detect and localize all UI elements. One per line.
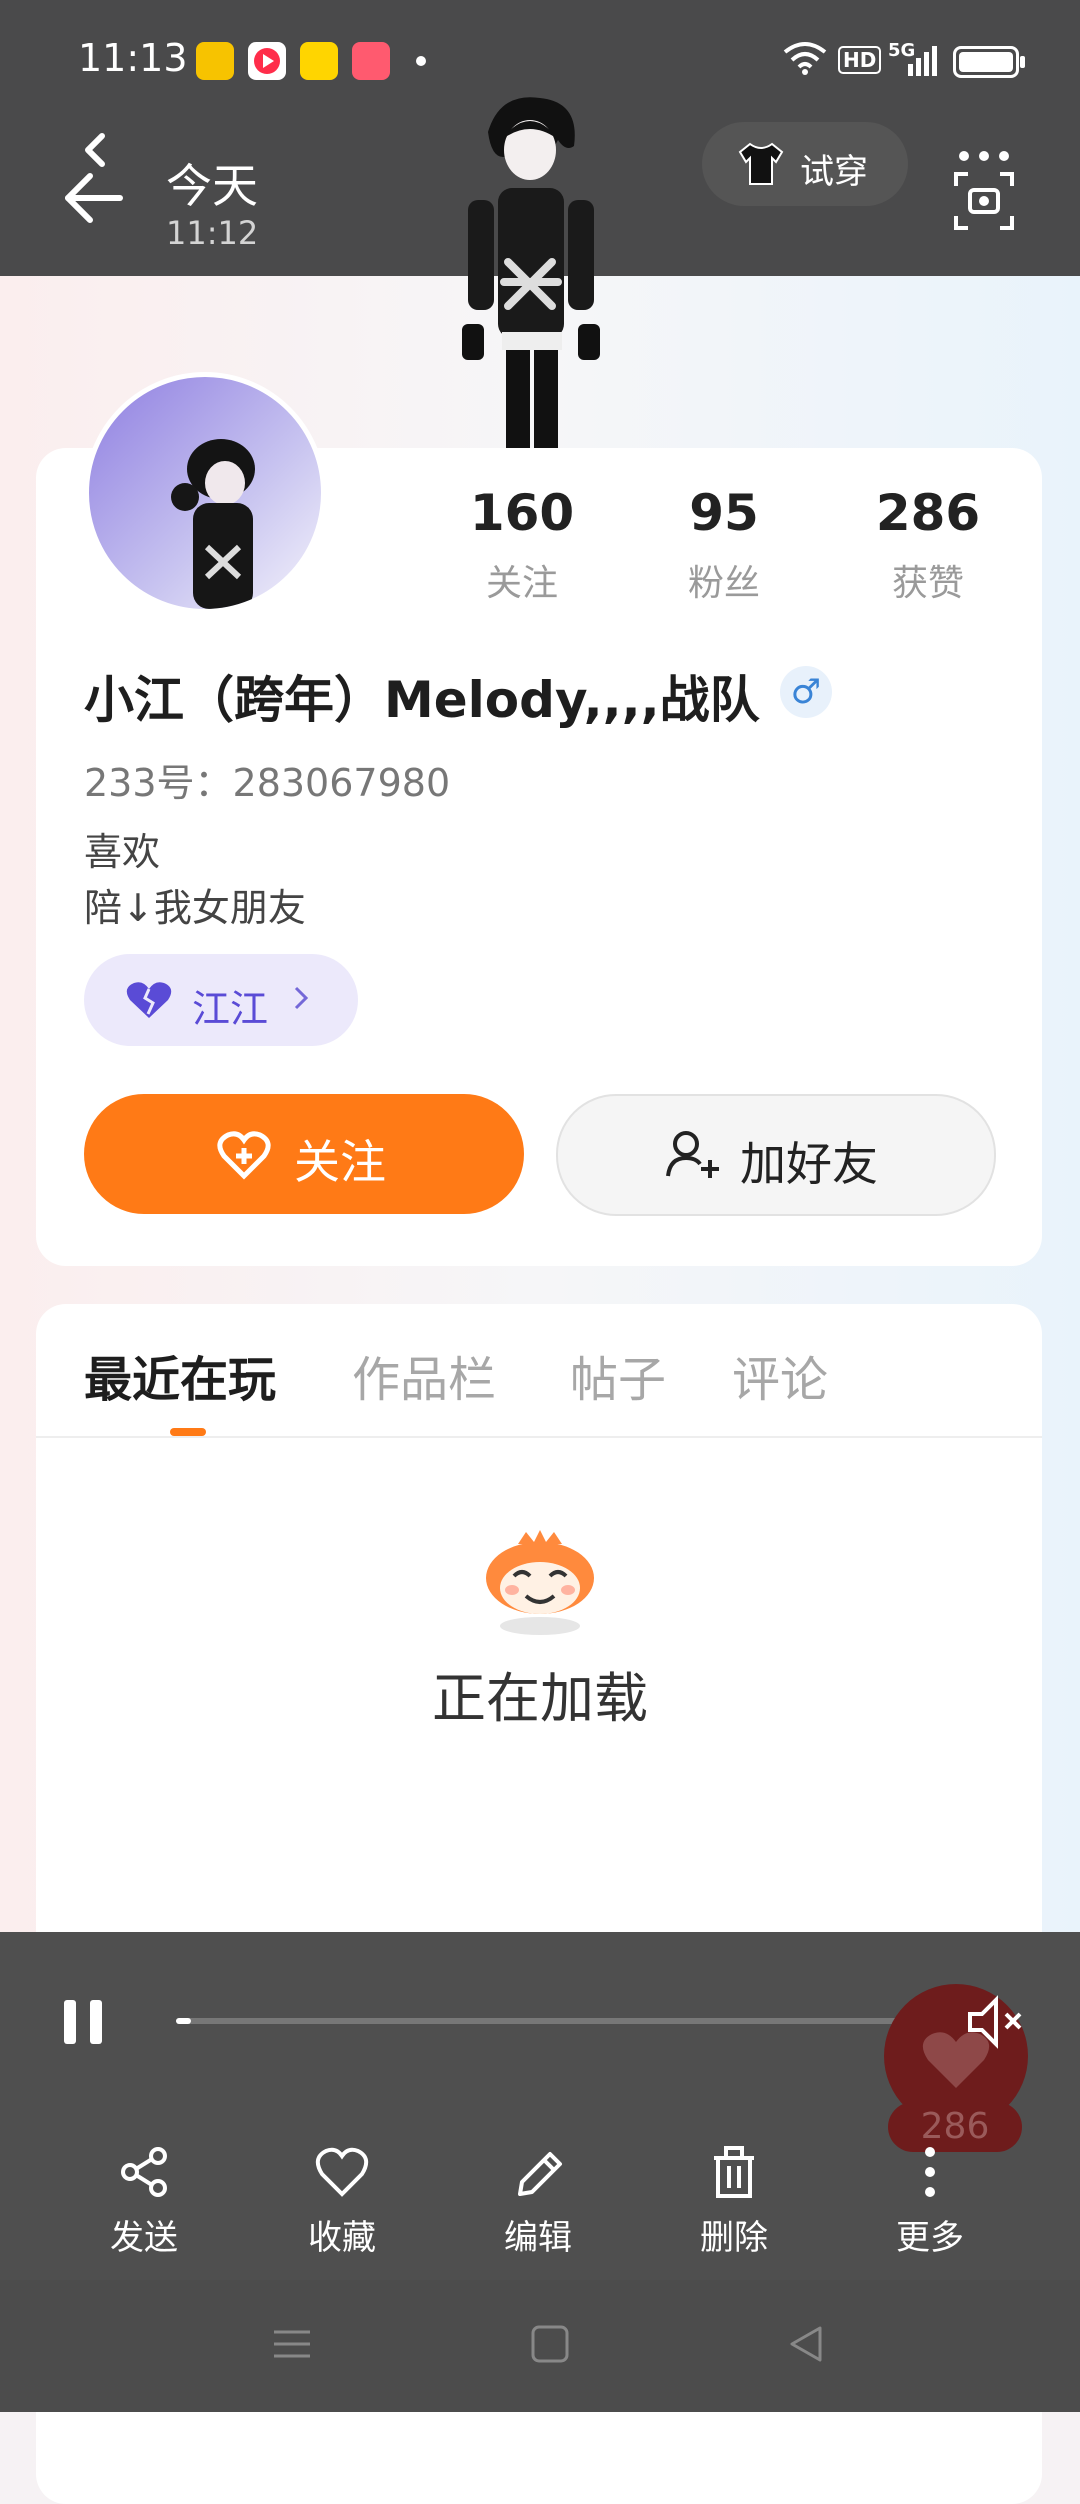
add-friend-button[interactable]: 加好友 [556,1094,996,1216]
avatar[interactable] [84,372,326,614]
add-friend-label: 加好友 [740,1137,878,1191]
menu-icon[interactable] [272,2324,312,2364]
app-icon [352,42,390,80]
share-icon [121,2147,167,2197]
video-icon [248,42,286,80]
loading-mascot-icon [486,1530,594,1635]
hd-badge: HD [838,46,882,74]
progress-fill [176,2018,191,2024]
home-icon[interactable] [530,2324,570,2364]
heart-plus-icon [217,1131,271,1180]
bio-line: 喜欢 [84,830,161,874]
add-user-icon [666,1131,719,1178]
likes-label: 获赞 [891,563,964,604]
fans-label: 粉丝 [687,563,760,604]
edit-label: 编辑 [504,2218,572,2258]
avatar-image [171,439,255,609]
user-name: 小江（跨年）Melody,,,,战队 [84,671,760,729]
loading-text: 正在加载 [432,1667,648,1730]
user-id[interactable]: 233号：283067980 [84,752,450,807]
chat-title: 今天 [166,159,258,213]
stat-likes[interactable]: 286 获赞 [838,484,1018,606]
scan-camera-icon[interactable] [954,150,1014,230]
status-time: 11:13 [78,36,188,80]
system-nav-bar [0,2280,1080,2412]
follow-button[interactable]: 关注 [84,1094,524,1214]
user-bio: 喜欢 陪↓我女朋友 [84,824,306,936]
bunny-icon [300,42,338,80]
chat-time: 11:12 [166,214,259,252]
tab-divider [36,1436,1042,1438]
follow-label: 关注 [294,1135,386,1189]
tag-label: 江江 [192,987,269,1031]
meituan-icon [196,42,234,80]
more-button[interactable]: 更多 [870,2144,990,2259]
signal-icon [908,46,937,76]
tab-recently-played[interactable]: 最近在玩 [84,1340,276,1410]
try-on-label: 试穿 [800,152,868,192]
heart-outline-icon [315,2147,369,2197]
more-icon [925,2147,935,2197]
tab-comments[interactable]: 评论 [732,1340,828,1410]
avatar-character-image [462,97,600,448]
active-tab-indicator [170,1428,206,1436]
progress-bar[interactable] [176,2018,906,2024]
pause-icon[interactable] [64,2000,104,2044]
battery-icon [953,46,1025,78]
bio-line: 陪↓我女朋友 [84,886,306,930]
collect-label: 收藏 [308,2218,376,2258]
following-count: 160 [469,484,575,542]
stat-following[interactable]: 160 关注 [432,484,612,606]
wifi-icon [783,42,827,75]
relationship-tag[interactable]: 江江 [84,954,358,1046]
male-icon: ♂ [780,666,832,718]
pencil-icon [518,2152,562,2196]
following-label: 关注 [485,563,558,604]
mute-icon[interactable] [966,1994,1030,2050]
likes-count: 286 [875,484,981,542]
notification-dot-icon [416,56,426,66]
back-arrow-icon[interactable] [60,168,130,228]
tab-posts[interactable]: 帖子 [570,1340,666,1410]
shirt-icon [738,142,784,185]
more-label: 更多 [896,2218,964,2258]
tab-works[interactable]: 作品栏 [352,1340,496,1410]
try-on-button[interactable]: 试穿 [702,122,908,206]
trash-icon [714,2146,754,2198]
stat-fans[interactable]: 95 粉丝 [634,484,814,606]
chevron-right-icon [294,986,309,1010]
send-label: 发送 [110,2218,178,2258]
broken-heart-icon [126,982,172,1018]
back-triangle-icon[interactable] [786,2324,826,2364]
send-button[interactable]: 发送 [84,2144,204,2259]
edit-button[interactable]: 编辑 [478,2144,598,2259]
collect-button[interactable]: 收藏 [282,2144,402,2259]
delete-label: 删除 [700,2218,768,2258]
delete-button[interactable]: 删除 [674,2144,794,2259]
fans-count: 95 [689,484,759,542]
